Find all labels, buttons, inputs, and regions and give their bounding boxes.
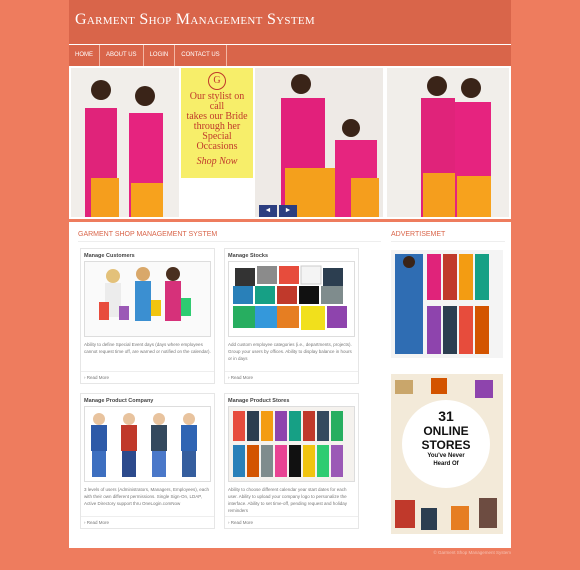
main-content: GARMENT SHOP MANAGEMENT SYSTEM ADVERTISE…: [69, 222, 511, 548]
card-image-customers[interactable]: [84, 261, 211, 337]
nav-home[interactable]: HOME: [69, 45, 100, 66]
slider-prev-button[interactable]: ◄: [259, 205, 277, 217]
card-image-stocks[interactable]: [228, 261, 355, 337]
page-wrapper: Garment Shop Management System HOME ABOU…: [69, 0, 511, 555]
ad-divider: [391, 241, 505, 242]
read-more-label: Read More: [86, 375, 110, 380]
badge-line-1: ONLINE: [423, 424, 469, 438]
read-more-link[interactable]: › Read More: [81, 516, 214, 528]
card-title[interactable]: Manage Stocks: [225, 249, 358, 261]
shop-now-link[interactable]: Shop Now: [181, 156, 253, 167]
promo-box[interactable]: G Our stylist on call takes our Bride th…: [181, 68, 253, 178]
badge-line-2: STORES: [421, 438, 471, 452]
badge-line-4: Heard Of: [433, 461, 459, 467]
card-image-product-company[interactable]: [84, 406, 211, 482]
ad-banner-sarees[interactable]: [391, 250, 503, 358]
badge-number: 31: [438, 408, 454, 424]
read-more-label: Read More: [230, 520, 254, 525]
ad-title: ADVERTISEMET: [391, 231, 446, 238]
card-manage-stocks: Manage Stocks Add custom employee catego…: [224, 248, 359, 384]
site-title: Garment Shop Management System: [75, 11, 315, 28]
nav-about-us[interactable]: ABOUT US: [100, 45, 144, 66]
card-text: Ability to define Special Event days (da…: [84, 342, 211, 354]
card-title[interactable]: Manage Product Stores: [225, 394, 358, 406]
read-more-link[interactable]: › Read More: [81, 371, 214, 383]
section-divider: [78, 241, 381, 242]
badge-line-3: You've Never: [427, 453, 465, 459]
nav-contact-us[interactable]: CONTACT US: [175, 45, 227, 66]
card-text: Add custom employee categories (i.e., de…: [228, 342, 352, 361]
promo-line-5: Special Occasions: [196, 131, 238, 152]
nav-login[interactable]: LOGIN: [144, 45, 176, 66]
site-footer: © Garment Shop Management System: [433, 550, 511, 555]
read-more-label: Read More: [230, 375, 254, 380]
card-manage-product-stores: Manage Product Stores Ability to choose …: [224, 393, 359, 529]
card-title[interactable]: Manage Product Company: [81, 394, 214, 406]
slider-next-button[interactable]: ►: [279, 205, 297, 217]
section-title: GARMENT SHOP MANAGEMENT SYSTEM: [78, 231, 218, 238]
card-text: Ability to choose different calendar yea…: [228, 487, 347, 513]
card-image-product-stores[interactable]: [228, 406, 355, 482]
slide-image-left: [71, 68, 179, 217]
card-manage-customers: Manage Customers Ability to define Speci…: [80, 248, 215, 384]
main-nav: HOME ABOUT US LOGIN CONTACT US: [69, 44, 511, 66]
read-more-link[interactable]: › Read More: [225, 516, 358, 528]
brand-logo: G: [208, 72, 226, 90]
card-text: 3 levels of users (Administrators, Manag…: [84, 487, 210, 506]
ad-banner-online-stores[interactable]: 31 ONLINE STORES You've Never Heard Of: [391, 374, 503, 534]
hero-slider: G Our stylist on call takes our Bride th…: [69, 66, 511, 219]
read-more-label: Read More: [86, 520, 110, 525]
card-manage-product-company: Manage Product Company 3 levels of users…: [80, 393, 215, 529]
online-stores-badge: 31 ONLINE STORES You've Never Heard Of: [402, 400, 490, 488]
slide-image-center: [255, 68, 383, 217]
read-more-link[interactable]: › Read More: [225, 371, 358, 383]
site-header: Garment Shop Management System: [69, 0, 511, 44]
slide-image-right: [387, 68, 509, 217]
slider-controls: ◄ ►: [259, 205, 297, 217]
card-title[interactable]: Manage Customers: [81, 249, 214, 261]
